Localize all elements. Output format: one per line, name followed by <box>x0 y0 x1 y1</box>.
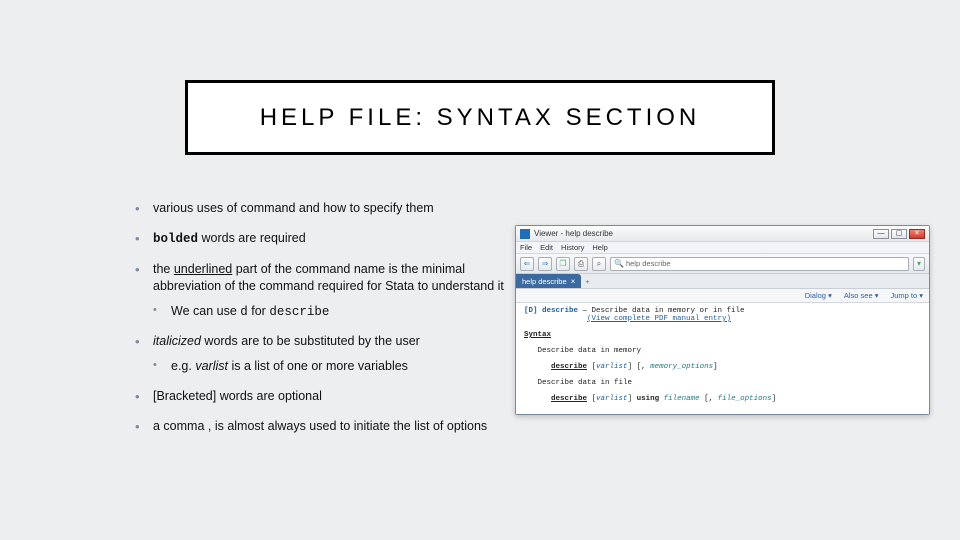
text: We can use <box>171 304 240 318</box>
print-button[interactable]: ⎙ <box>574 257 588 271</box>
underlined-word: underlined <box>174 262 232 276</box>
pdf-link[interactable]: (View complete PDF manual entry) <box>524 315 921 323</box>
section-1: Describe data in memory <box>524 347 921 355</box>
tab-help-describe[interactable]: help describe × <box>516 274 581 288</box>
stata-viewer-window: Viewer - help describe — ▢ ✕ File Edit H… <box>515 225 930 415</box>
menu-file[interactable]: File <box>520 243 532 252</box>
menu-help[interactable]: Help <box>592 243 607 252</box>
bullet-4-sub: e.g. varlist is a list of one or more va… <box>153 358 515 375</box>
text: e.g. <box>171 359 195 373</box>
search-text: help describe <box>626 259 671 268</box>
text: the <box>153 262 174 276</box>
syntax-line-2: describe [varlist] using filename [, fil… <box>524 395 921 403</box>
copy-button[interactable]: ❐ <box>556 257 570 271</box>
bullet-list: various uses of command and how to speci… <box>135 200 515 448</box>
slide-title: HELP FILE: SYNTAX SECTION <box>260 104 701 132</box>
code: describe <box>269 305 329 319</box>
search-input[interactable]: 🔍 help describe <box>610 257 909 271</box>
bold-word: bolded <box>153 232 198 246</box>
syntax-line-1: describe [varlist] [, memory_options] <box>524 363 921 371</box>
bullet-3: the underlined part of the command name … <box>135 261 515 321</box>
viewer-body: [D] describe — Describe data in memory o… <box>516 303 929 414</box>
slide-title-box: HELP FILE: SYNTAX SECTION <box>185 80 775 155</box>
bullet-5: [Bracketed] words are optional <box>135 388 515 405</box>
text: for <box>248 304 270 318</box>
section-2: Describe data in file <box>524 379 921 387</box>
jump-to-link[interactable]: Jump to ▾ <box>890 291 923 300</box>
bullet-2: bolded words are required <box>135 230 515 248</box>
code: d <box>240 305 248 319</box>
dialog-link[interactable]: Dialog ▾ <box>805 291 832 300</box>
back-button[interactable]: ⇐ <box>520 257 534 271</box>
minimize-button[interactable]: — <box>873 229 889 239</box>
search-dropdown[interactable]: ▾ <box>913 257 925 271</box>
help-header: [D] describe — Describe data in memory o… <box>524 307 921 315</box>
syntax-heading: Syntax <box>524 331 921 339</box>
viewer-header-links: Dialog ▾ Also see ▾ Jump to ▾ <box>516 289 929 303</box>
window-titlebar[interactable]: Viewer - help describe — ▢ ✕ <box>516 226 929 242</box>
close-button[interactable]: ✕ <box>909 229 925 239</box>
menu-edit[interactable]: Edit <box>540 243 553 252</box>
bullet-4: italicized words are to be substituted b… <box>135 333 515 375</box>
bullet-6: a comma , is almost always used to initi… <box>135 418 515 435</box>
text: is a list of one or more variables <box>228 359 408 373</box>
menu-bar: File Edit History Help <box>516 242 929 254</box>
italic-word: italicized <box>153 334 201 348</box>
tab-add-button[interactable]: + <box>581 274 593 288</box>
tab-bar: help describe × + <box>516 274 929 289</box>
menu-history[interactable]: History <box>561 243 584 252</box>
search-icon: 🔍 <box>614 259 624 268</box>
window-title: Viewer - help describe <box>534 229 613 238</box>
tab-close-icon[interactable]: × <box>571 277 576 286</box>
bullet-3-sub: We can use d for describe <box>153 303 515 321</box>
toolbar: ⇐ ⇒ ❐ ⎙ ⌕ 🔍 help describe ▾ <box>516 254 929 274</box>
find-button[interactable]: ⌕ <box>592 257 606 271</box>
app-icon <box>520 229 530 239</box>
text: words are to be substituted by the user <box>201 334 420 348</box>
text: words are required <box>198 231 306 245</box>
bullet-1: various uses of command and how to speci… <box>135 200 515 217</box>
forward-button[interactable]: ⇒ <box>538 257 552 271</box>
tab-label: help describe <box>522 277 567 286</box>
maximize-button[interactable]: ▢ <box>891 229 907 239</box>
also-see-link[interactable]: Also see ▾ <box>844 291 879 300</box>
italic-word: varlist <box>195 359 228 373</box>
